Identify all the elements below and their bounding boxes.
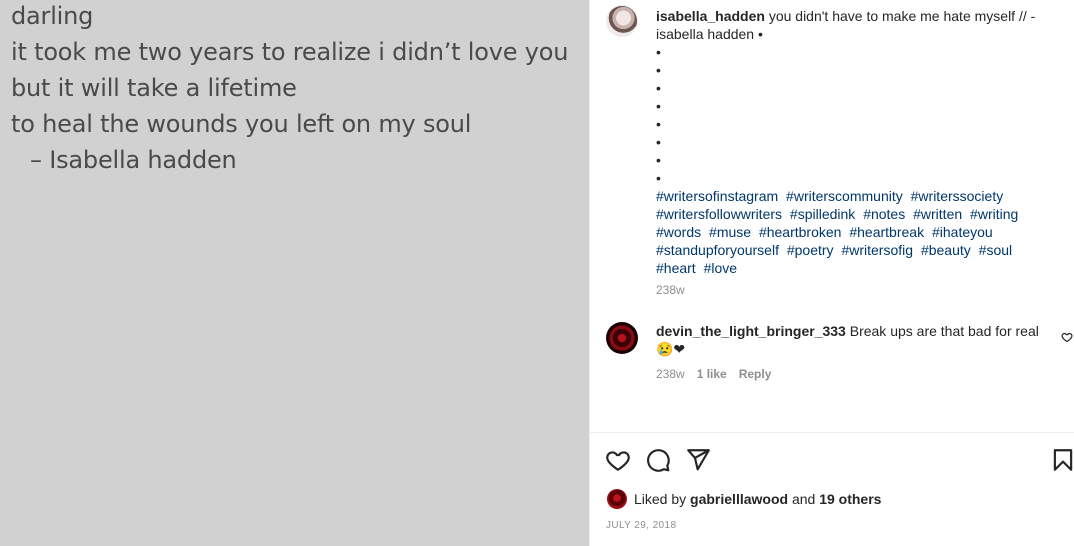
liker-avatar[interactable] [607,489,627,509]
hashtag-link[interactable]: #love [704,260,737,276]
hashtag-link[interactable]: #writerssociety [911,188,1004,204]
comment-like-count[interactable]: 1 like [697,367,727,381]
hashtag-link[interactable]: #spilledink [790,206,855,222]
heart-outline-icon[interactable] [1061,331,1073,343]
author-username[interactable]: isabella_hadden [656,8,765,24]
speech-bubble-icon[interactable] [645,447,671,473]
hashtag-link[interactable]: #writersofig [841,242,913,258]
hashtag-link[interactable]: #heartbroken [759,224,842,240]
bookmark-icon[interactable] [1050,447,1074,473]
comment-meta: 238w 1 like Reply [656,367,771,381]
caption-bullet: • [656,134,661,150]
hashtag-link[interactable]: #notes [863,206,905,222]
comment: devin_the_light_bringer_333 Break ups ar… [656,322,1046,358]
liker-username[interactable]: gabrielllawood [690,491,788,507]
hashtag-link[interactable]: #soul [979,242,1012,258]
caption-bullet: • [656,152,661,168]
hashtag-link[interactable]: #beauty [921,242,971,258]
paper-plane-icon[interactable] [685,447,711,473]
reply-button[interactable]: Reply [739,367,772,381]
commenter-avatar[interactable] [606,322,638,354]
caption-bullet: • [656,98,661,114]
poem-line: but it will take a lifetime [11,74,297,102]
likes-others-link[interactable]: 19 others [819,491,881,507]
poem-line: it took me two years to realize i didn’t… [11,38,569,66]
heart-outline-icon[interactable] [605,447,631,473]
post-image[interactable]: darling it took me two years to realize … [0,0,589,546]
hashtag-link[interactable]: #writing [970,206,1018,222]
poem-line: to heal the wounds you left on my soul [11,110,472,138]
caption-timestamp[interactable]: 238w [656,283,685,297]
caption-bullets: • • • • • • • • [656,43,1056,187]
hashtag-link[interactable]: #standupforyourself [656,242,779,258]
hashtag-link[interactable]: #written [913,206,962,222]
post-caption: isabella_hadden you didn't have to make … [656,7,1056,277]
post-date: JULY 29, 2018 [606,520,677,531]
caption-bullet: • [656,62,661,78]
caption-bullet: • [656,80,661,96]
hashtag-link[interactable]: #writerscommunity [786,188,903,204]
caption-bullet: • [656,116,661,132]
hashtag-link[interactable]: #ihateyou [932,224,993,240]
hashtag-link[interactable]: #writersofinstagram [656,188,778,204]
post-sidebar: isabella_hadden you didn't have to make … [589,0,1074,546]
hashtag-link[interactable]: #muse [709,224,751,240]
poem-line: darling [11,2,94,30]
hashtag-link[interactable]: #heart [656,260,696,276]
likes-summary: Liked by gabrielllawood and 19 others [634,491,881,507]
caption-bullet: • [656,44,661,60]
hashtag-link[interactable]: #writersfollowwriters [656,206,782,222]
likes-conjunction: and [791,491,816,507]
hashtag-link[interactable]: #words [656,224,701,240]
author-avatar[interactable] [606,5,638,37]
hashtag-link[interactable]: #poetry [787,242,834,258]
caption-bullet: • [656,170,661,186]
poem-signature: – Isabella hadden [30,146,237,174]
commenter-username[interactable]: devin_the_light_bringer_333 [656,323,846,339]
likes-prefix: Liked by [634,491,687,507]
hashtag-link[interactable]: #heartbreak [849,224,924,240]
comment-timestamp[interactable]: 238w [656,367,685,381]
divider [590,432,1074,433]
hashtag-list: #writersofinstagram #writerscommunity #w… [656,187,1056,277]
